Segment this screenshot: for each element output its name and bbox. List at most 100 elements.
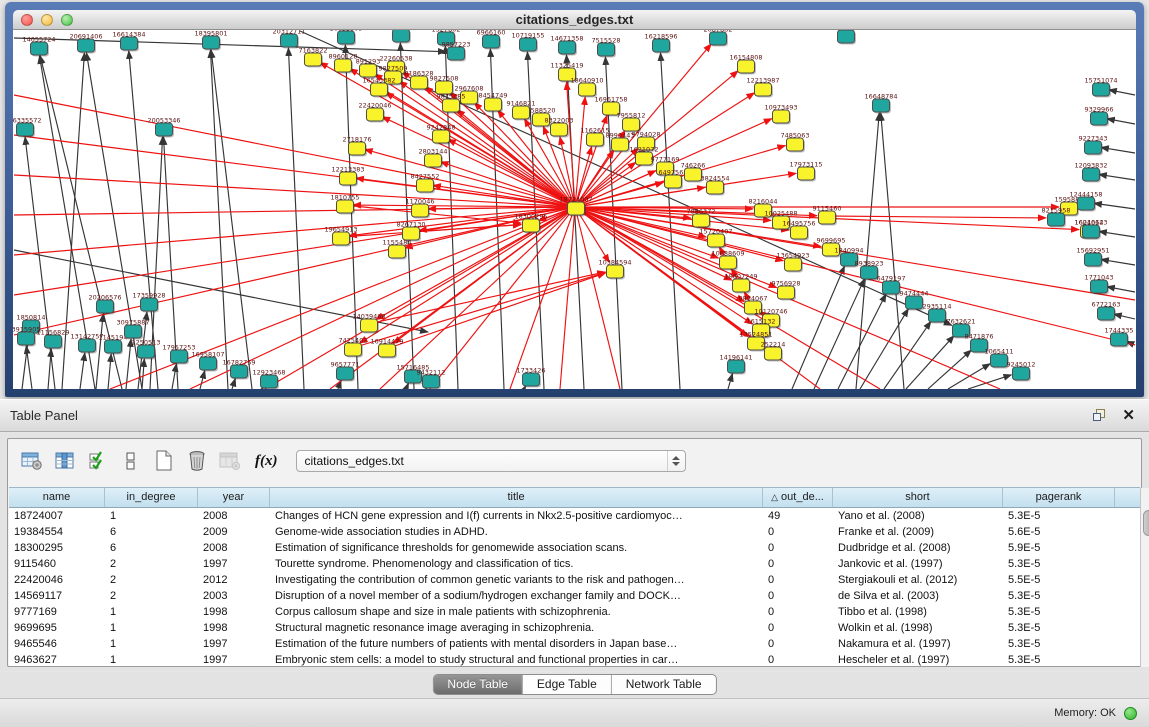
graph-node[interactable] [389,245,406,258]
graph-node[interactable] [773,110,790,123]
graph-node[interactable] [708,234,725,247]
graph-node[interactable] [483,35,500,48]
graph-node[interactable] [281,34,298,47]
graph-node[interactable] [360,64,377,77]
graph-node[interactable] [393,30,410,42]
graph-node[interactable] [755,83,772,96]
graph-node[interactable] [520,38,537,51]
graph-node[interactable] [523,373,540,386]
tab-edge-table[interactable]: Edge Table [523,675,612,694]
graph-node[interactable] [141,298,158,311]
graph-node[interactable] [1091,112,1108,125]
graph-node[interactable] [261,375,278,388]
graph-node[interactable] [78,39,95,52]
graph-node[interactable] [1013,367,1030,380]
graph-node[interactable] [607,265,624,278]
graph-node[interactable] [1091,280,1108,293]
graph-node[interactable] [873,99,890,112]
graph-node[interactable] [778,286,795,299]
graph-node[interactable] [333,232,350,245]
graph-node[interactable] [105,340,122,353]
table-row[interactable]: 1830029562008Estimation of significance … [9,540,1140,556]
graph-node[interactable] [1085,141,1102,154]
graph-node[interactable] [598,43,615,56]
graph-node[interactable] [231,365,248,378]
float-panel-icon[interactable] [1093,409,1106,422]
graph-node[interactable] [423,375,440,388]
graph-node[interactable] [787,138,804,151]
graph-node[interactable] [338,31,355,44]
graph-node[interactable] [371,83,388,96]
graph-node[interactable] [579,83,596,96]
select-all-checks-icon[interactable] [86,449,110,473]
graph-node[interactable] [738,60,755,73]
new-table-icon[interactable] [152,449,176,473]
graph-node[interactable] [929,309,946,322]
graph-node[interactable] [1093,83,1110,96]
graph-node[interactable] [1085,253,1102,266]
graph-node[interactable] [305,53,322,66]
graph-node[interactable] [1083,225,1100,238]
graph-node[interactable] [361,319,378,332]
graph-node[interactable] [1078,197,1095,210]
graph-node[interactable] [1048,213,1065,226]
vertical-scrollbar[interactable] [1140,488,1149,667]
graph-node[interactable] [798,167,815,180]
graph-node[interactable] [991,354,1008,367]
graph-node[interactable] [411,76,428,89]
graph-node[interactable] [340,172,357,185]
graph-node[interactable] [417,179,434,192]
table-row[interactable]: 1938455462009Genome-wide association stu… [9,524,1140,540]
table-row[interactable]: 911546021997Tourette syndrome. Phenomeno… [9,556,1140,572]
table-row[interactable]: 977716911998Corpus callosum shape and si… [9,604,1140,620]
graph-node[interactable] [612,138,629,151]
table-row[interactable]: 2242004622012Investigating the contribut… [9,572,1140,588]
graph-node[interactable] [433,130,450,143]
column-header-in_degree[interactable]: in_degree [105,488,198,507]
graph-node[interactable] [707,181,724,194]
table-row[interactable]: 969969511998Structural magnetic resonanc… [9,620,1140,636]
graph-node[interactable] [349,142,366,155]
graph-node[interactable] [1098,307,1115,320]
graph-node[interactable] [883,281,900,294]
graph-node[interactable] [45,335,62,348]
table-row[interactable]: 1456911722003Disruption of a novel membe… [9,588,1140,604]
close-panel-icon[interactable]: ✕ [1122,409,1135,423]
graph-node[interactable] [906,296,923,309]
graph-node[interactable] [623,118,640,131]
table-row[interactable]: 946362711997Embryonic stem cells: a mode… [9,652,1140,668]
graph-node[interactable] [448,47,465,60]
graph-node[interactable] [18,332,35,345]
graph-node[interactable] [728,360,745,373]
graph-node[interactable] [587,133,604,146]
graph-node[interactable] [17,123,34,136]
window-titlebar[interactable]: citations_edges.txt [13,10,1136,30]
graph-node[interactable] [720,256,737,269]
graph-node[interactable] [685,168,702,181]
graph-node[interactable] [443,99,460,112]
tab-node-table[interactable]: Node Table [433,675,523,694]
graph-node[interactable] [156,123,173,136]
graph-node[interactable] [819,211,836,224]
table-selector-dropdown[interactable]: citations_edges.txt [296,450,686,472]
graph-node[interactable] [425,154,442,167]
scrollbar-thumb[interactable] [1143,510,1149,536]
graph-node[interactable] [693,214,710,227]
function-builder-icon[interactable]: f(x) [255,453,278,470]
graph-node[interactable] [513,106,530,119]
graph-node[interactable] [337,367,354,380]
graph-node[interactable] [733,279,750,292]
graph-node[interactable] [138,345,155,358]
column-header-out_de[interactable]: △out_de... [763,488,833,507]
table-row[interactable]: 946554611997Estimation of the future num… [9,636,1140,652]
graph-node[interactable] [31,42,48,55]
graph-node[interactable] [79,339,96,352]
column-header-short[interactable]: short [833,488,1003,507]
graph-node[interactable] [97,300,114,313]
tab-network-table[interactable]: Network Table [612,675,716,694]
graph-node[interactable] [861,266,878,279]
column-header-pagerank[interactable]: pagerank [1003,488,1115,507]
graph-node[interactable] [791,226,808,239]
column-visibility-icon[interactable] [53,449,77,473]
row-boxes-icon[interactable] [119,449,143,473]
